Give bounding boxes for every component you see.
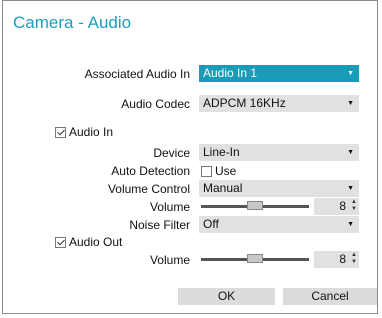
volume-control-value: Manual (203, 181, 243, 195)
spinner-arrows-icon[interactable]: ▲ ▼ (351, 252, 357, 266)
volume-control-select[interactable]: Manual ▼ (199, 180, 359, 197)
audio-in-volume-value: 8 (339, 199, 346, 213)
audio-out-volume-spinner[interactable]: 8 ▲ ▼ (314, 251, 359, 268)
cancel-button[interactable]: Cancel (283, 288, 377, 305)
audio-in-checkbox[interactable]: Audio In (55, 125, 113, 139)
auto-detection-checkbox[interactable]: Use (201, 164, 236, 178)
camera-audio-dialog: Camera - Audio Associated Audio In Audio… (2, 0, 378, 314)
associated-audio-in-select[interactable]: Audio In 1 ▼ (199, 65, 359, 82)
ok-button[interactable]: OK (178, 288, 275, 305)
audio-out-volume-value: 8 (339, 252, 346, 266)
audio-in-label: Audio In (69, 125, 114, 139)
audio-codec-select[interactable]: ADPCM 16KHz ▼ (199, 95, 359, 112)
checkbox-unchecked-icon (201, 165, 212, 177)
audio-codec-value: ADPCM 16KHz (203, 96, 286, 110)
audio-in-volume-label: Volume (149, 200, 190, 214)
chevron-down-icon: ▼ (347, 70, 354, 77)
noise-filter-label: Noise Filter (129, 218, 190, 232)
audio-out-label: Audio Out (69, 235, 123, 249)
audio-in-volume-slider[interactable] (201, 198, 309, 215)
dialog-title: Camera - Audio (13, 13, 132, 32)
chevron-down-icon: ▼ (347, 100, 354, 107)
slider-thumb[interactable] (247, 201, 263, 210)
associated-audio-in-value: Audio In 1 (203, 66, 258, 80)
device-label: Device (153, 146, 190, 160)
audio-in-volume-spinner[interactable]: 8 ▲ ▼ (314, 198, 359, 215)
auto-detection-use-label: Use (215, 164, 237, 178)
checkbox-checked-icon (55, 126, 66, 138)
noise-filter-select[interactable]: Off ▼ (199, 216, 359, 233)
chevron-down-icon: ▼ (347, 185, 354, 192)
checkbox-checked-icon (55, 236, 66, 248)
device-value: Line-In (203, 145, 240, 159)
audio-codec-label: Audio Codec (121, 97, 190, 111)
device-select[interactable]: Line-In ▼ (199, 144, 359, 161)
audio-out-checkbox[interactable]: Audio Out (55, 235, 122, 249)
associated-audio-in-label: Associated Audio In (84, 67, 190, 81)
volume-control-label: Volume Control (107, 182, 190, 196)
auto-detection-label: Auto Detection (111, 164, 190, 178)
slider-thumb[interactable] (247, 254, 263, 263)
audio-out-volume-label: Volume (149, 253, 190, 267)
noise-filter-value: Off (203, 217, 219, 231)
audio-out-volume-slider[interactable] (201, 251, 309, 268)
spinner-arrows-icon[interactable]: ▲ ▼ (351, 199, 357, 213)
chevron-down-icon: ▼ (347, 149, 354, 156)
chevron-down-icon: ▼ (347, 221, 354, 228)
